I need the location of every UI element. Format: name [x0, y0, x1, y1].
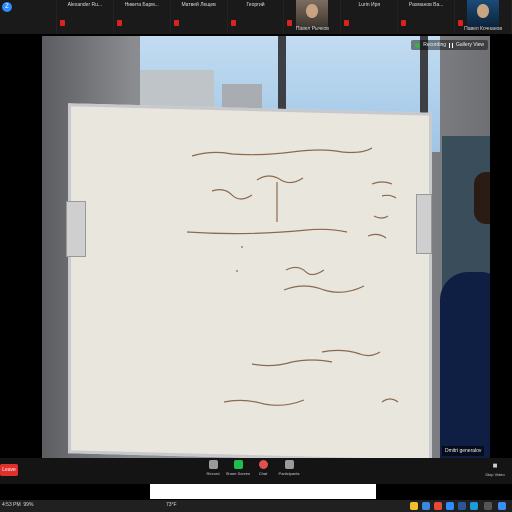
leave-button[interactable]: Leave: [0, 464, 18, 476]
participant-video-thumbnail: [467, 0, 500, 28]
battery-level: 99%: [23, 502, 34, 508]
meeting-control-bar: Leave Record Share Screen Chat Participa…: [0, 458, 512, 484]
ink-line: [321, 349, 381, 357]
ink-line: [285, 266, 325, 276]
ink-line: [367, 215, 389, 239]
participant-video-thumbnail: [296, 0, 329, 28]
participant-face: [477, 4, 490, 18]
participants-icon: [284, 460, 294, 469]
participant-name: Никита Барм...: [124, 2, 159, 8]
participant-tile[interactable]: Никита Барм...: [113, 0, 171, 34]
recording-label: Recording: [423, 42, 447, 48]
muted-mic-icon: [287, 20, 293, 26]
muted-mic-icon: [116, 20, 122, 26]
stop-video-button[interactable]: ■ Stop Video: [482, 462, 508, 480]
windows-taskbar: 4:53 PM 99% 73°F: [0, 500, 512, 512]
chat-button[interactable]: Chat: [250, 460, 276, 482]
zoom-meeting-window: Z Alexander Ru... Никита Барм... Матвей Лещ…: [0, 0, 512, 512]
record-icon: [208, 460, 218, 469]
participant-name: Павел Рычков: [295, 26, 329, 32]
participant-tile[interactable]: Alexander Ru...: [56, 0, 114, 34]
share-screen-icon: [233, 460, 243, 469]
word-icon[interactable]: [458, 502, 466, 510]
share-screen-button[interactable]: Share Screen: [225, 460, 251, 482]
search-icon[interactable]: [484, 502, 492, 510]
participant-name: Lurin Иря: [358, 2, 381, 8]
mail-icon[interactable]: [422, 502, 430, 510]
muted-mic-icon: [230, 20, 236, 26]
weather-widget[interactable]: 73°F: [166, 502, 177, 508]
main-video[interactable]: Dmitri generalov: [42, 36, 490, 458]
speaker-name-label: Dmitri generalov: [442, 446, 485, 456]
recording-dot-icon: [415, 42, 421, 48]
muted-mic-icon: [344, 20, 350, 26]
folder-icon[interactable]: [410, 502, 418, 510]
ink-line: [223, 399, 305, 406]
video-camera-icon: ■: [492, 461, 498, 470]
muted-mic-icon: [173, 20, 179, 26]
ink-line: [381, 398, 399, 403]
participant-tile[interactable]: Георгий: [227, 0, 285, 34]
ink-line: [256, 175, 304, 222]
ink-line: [283, 285, 365, 293]
handwriting: [186, 147, 399, 406]
chrome-icon[interactable]: [434, 502, 442, 510]
muted-mic-icon: [401, 20, 407, 26]
participant-face: [306, 4, 319, 18]
record-button[interactable]: Record: [200, 460, 226, 482]
system-tray[interactable]: 4:53 PM 99%: [2, 502, 33, 508]
participant-tile[interactable]: Рахманов Ва...: [398, 0, 456, 34]
ink-line: [211, 189, 253, 200]
muted-mic-icon: [458, 20, 464, 26]
participant-tile[interactable]: Z: [0, 0, 57, 34]
participant-tile[interactable]: Lurin Иря: [341, 0, 399, 34]
ink-line: [191, 147, 373, 157]
zoom-logo-icon: Z: [2, 2, 12, 12]
clock: 4:53 PM: [2, 502, 21, 508]
ink-line: [371, 181, 397, 199]
ink-line: [251, 359, 333, 367]
recording-indicator[interactable]: Recording Gallery View: [411, 40, 488, 50]
view-label[interactable]: Gallery View: [456, 42, 484, 48]
participant-tile[interactable]: Павел Рычков: [284, 0, 342, 34]
participant-tile[interactable]: Павел Кочнанов: [455, 0, 512, 34]
ink-line: [186, 228, 348, 235]
participant-tile[interactable]: Матвей Лещев: [170, 0, 228, 34]
participant-name: Георгий: [246, 2, 265, 8]
edge-icon[interactable]: [470, 502, 478, 510]
participant-name: Рахманов Ва...: [408, 2, 444, 8]
participant-strip: Z Alexander Ru... Никита Барм... Матвей Лещ…: [0, 0, 512, 34]
participant-name: Alexander Ru...: [67, 2, 103, 8]
participant-name: Матвей Лещев: [181, 2, 216, 8]
blank-region: [150, 484, 376, 499]
windows-icon[interactable]: [498, 502, 506, 510]
ink-line: [236, 246, 243, 272]
muted-mic-icon: [59, 20, 65, 26]
zoom-icon[interactable]: [446, 502, 454, 510]
participants-button[interactable]: Participants: [276, 460, 302, 482]
pause-icon[interactable]: [449, 42, 454, 48]
chat-icon: [258, 460, 268, 469]
participant-name: Павел Кочнанов: [464, 26, 502, 32]
screen-bottom-band: [0, 484, 512, 500]
